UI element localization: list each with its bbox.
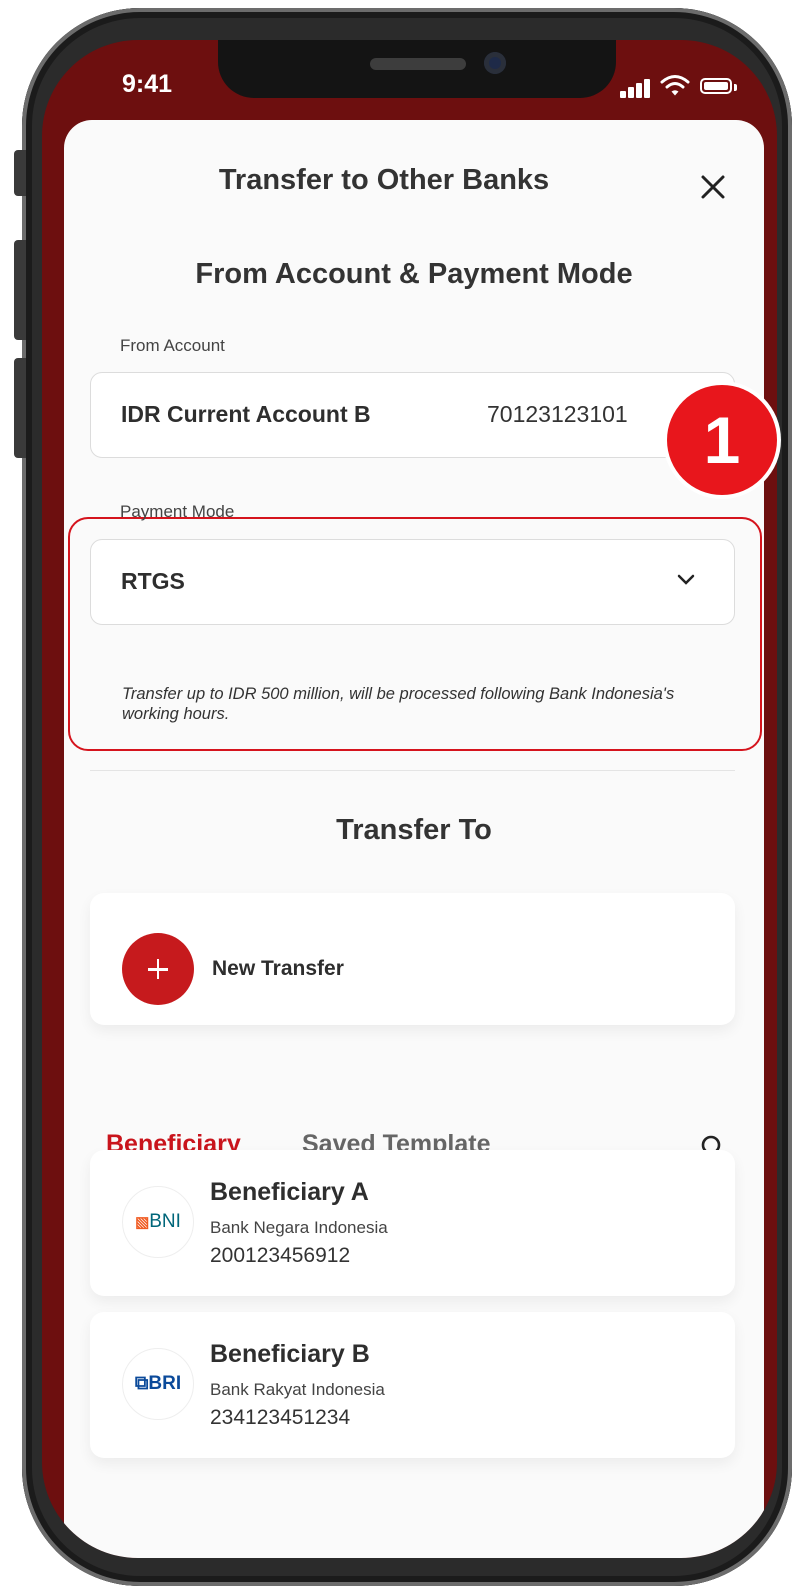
front-camera bbox=[484, 52, 506, 74]
beneficiary-account: 200123456912 bbox=[210, 1244, 351, 1267]
volume-up-button bbox=[14, 240, 26, 340]
bni-logo-icon: ▧BNI bbox=[122, 1186, 194, 1258]
from-account-label: From Account bbox=[120, 336, 225, 355]
transfer-to-title: Transfer To bbox=[336, 814, 492, 846]
payment-mode-note: Transfer up to IDR 500 million, will be … bbox=[122, 685, 675, 723]
payment-mode-label: Payment Mode bbox=[120, 502, 235, 521]
beneficiary-bank: Bank Rakyat Indonesia bbox=[210, 1380, 385, 1399]
close-icon[interactable] bbox=[696, 170, 730, 204]
new-transfer-button[interactable]: New Transfer bbox=[90, 893, 735, 1025]
status-icons bbox=[620, 75, 744, 98]
speaker bbox=[370, 58, 466, 70]
mute-switch bbox=[14, 150, 26, 196]
phone-screen: 9:41 Transfer to Other Banks From Accoun… bbox=[42, 40, 777, 1558]
notch bbox=[218, 40, 616, 98]
bni-logo-text: BNI bbox=[149, 1211, 181, 1232]
payment-mode-value: RTGS bbox=[121, 568, 185, 594]
step-badge: 1 bbox=[667, 385, 777, 495]
beneficiary-card[interactable]: ▧BNI Beneficiary A Bank Negara Indonesia… bbox=[90, 1150, 735, 1296]
beneficiary-card[interactable]: ⧉BRI Beneficiary B Bank Rakyat Indonesia… bbox=[90, 1312, 735, 1458]
bri-logo-text: BRI bbox=[148, 1373, 182, 1394]
status-bar: 9:41 bbox=[42, 40, 777, 130]
status-time: 9:41 bbox=[122, 70, 173, 98]
volume-down-button bbox=[14, 358, 26, 458]
from-account-select[interactable]: IDR Current Account B 70123123101 bbox=[90, 372, 735, 458]
beneficiary-bank: Bank Negara Indonesia bbox=[210, 1218, 388, 1237]
bri-logo-icon: ⧉BRI bbox=[122, 1348, 194, 1420]
section-divider bbox=[90, 770, 735, 771]
from-account-name: IDR Current Account B bbox=[121, 401, 371, 427]
page-title: Transfer to Other Banks bbox=[218, 164, 550, 196]
plus-icon bbox=[122, 933, 194, 1005]
signal-icon bbox=[620, 78, 650, 98]
from-section-title: From Account & Payment Mode bbox=[195, 258, 633, 290]
from-account-number: 70123123101 bbox=[487, 401, 628, 427]
transfer-sheet: Transfer to Other Banks From Account & P… bbox=[64, 120, 764, 1558]
new-transfer-label: New Transfer bbox=[212, 957, 344, 980]
chevron-down-icon bbox=[677, 574, 695, 585]
battery-icon bbox=[700, 78, 732, 94]
beneficiary-account: 234123451234 bbox=[210, 1406, 351, 1429]
wifi-icon bbox=[660, 75, 690, 96]
payment-mode-select[interactable]: RTGS bbox=[90, 539, 735, 625]
beneficiary-name: Beneficiary B bbox=[210, 1340, 370, 1368]
battery-tip bbox=[734, 84, 737, 91]
beneficiary-name: Beneficiary A bbox=[210, 1178, 369, 1206]
